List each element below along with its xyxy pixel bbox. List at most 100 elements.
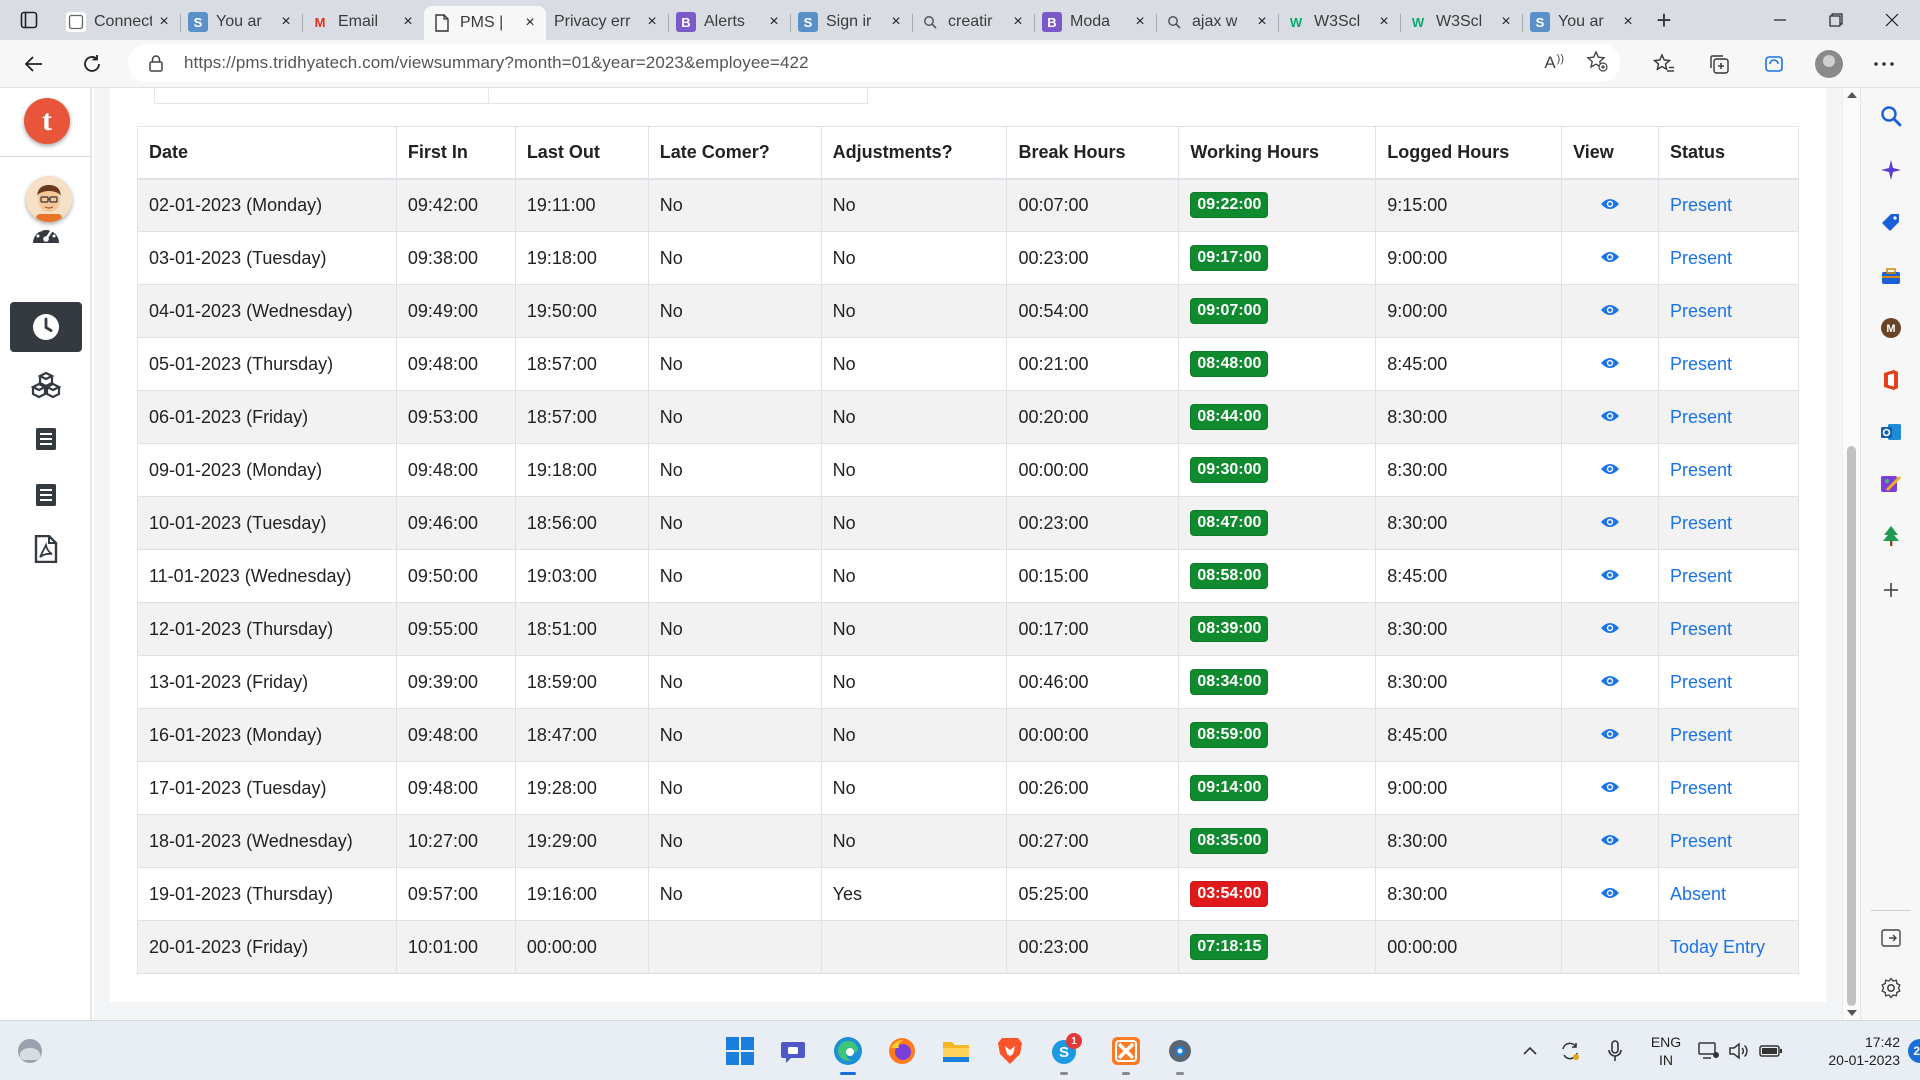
close-window-button[interactable] [1864,0,1920,40]
browser-tab[interactable]: M Email × [302,6,424,38]
language-indicator[interactable]: ENG IN [1638,1033,1694,1069]
header-adjustments[interactable]: Adjustments? [820,126,1008,180]
tab-actions-button[interactable] [0,0,58,40]
new-tab-button[interactable]: + [1644,0,1684,40]
sidebar-item-reports[interactable] [10,414,82,464]
sidebar-item-attendance[interactable] [10,302,82,352]
status-link[interactable]: Present [1670,725,1732,745]
status-link[interactable]: Present [1670,354,1732,374]
browser-tab[interactable]: ajax w × [1156,6,1278,38]
status-link[interactable]: Present [1670,407,1732,427]
show-hidden-icons-chevron-icon[interactable] [1512,1046,1548,1056]
hide-sidebar-icon[interactable] [1879,926,1903,950]
settings-gear-icon[interactable] [1162,1033,1198,1075]
favorites-button[interactable] [1636,40,1691,88]
tab-close-icon[interactable]: × [1376,13,1392,31]
browser-tab[interactable]: S You ar × [1522,6,1644,38]
header-break-hours[interactable]: Break Hours [1006,126,1180,180]
eye-icon[interactable] [1573,197,1658,211]
tab-close-icon[interactable]: × [522,14,538,32]
tab-close-icon[interactable]: × [156,13,172,31]
sidebar-item-dashboard[interactable] [10,210,82,260]
status-link[interactable]: Present [1670,513,1732,533]
profile-button[interactable] [1801,40,1856,88]
firefox-icon[interactable] [884,1033,920,1069]
header-late-comer[interactable]: Late Comer? [647,126,822,180]
sidebar-item-projects[interactable] [10,360,82,410]
status-link[interactable]: Present [1670,831,1732,851]
scrollbar-thumb[interactable] [1847,446,1856,1006]
header-view[interactable]: View [1561,126,1659,180]
add-favorite-icon[interactable] [1586,49,1608,77]
browser-tab[interactable]: B Alerts × [668,6,790,38]
skype-icon[interactable]: S 1 [1046,1033,1082,1075]
settings-more-button[interactable] [1856,40,1911,88]
header-date[interactable]: Date [137,126,397,180]
status-link[interactable]: Present [1670,778,1732,798]
tab-close-icon[interactable]: × [888,13,904,31]
eye-icon[interactable] [1573,674,1658,688]
browser-tab[interactable]: S Sign ir × [790,6,912,38]
outlook-icon[interactable] [1879,420,1903,444]
refresh-button[interactable] [68,40,116,88]
eye-icon[interactable] [1573,515,1658,529]
sidebar-item-logs[interactable] [10,470,82,520]
eye-icon[interactable] [1573,462,1658,476]
browser-essentials-button[interactable] [1746,40,1801,88]
address-bar[interactable]: https://pms.tridhyatech.com/viewsummary?… [128,44,1620,82]
eye-icon[interactable] [1573,250,1658,264]
copilot-sparkle-icon[interactable] [1879,158,1903,182]
network-display-icon[interactable] [1694,1041,1724,1061]
status-link[interactable]: Present [1670,566,1732,586]
tab-close-icon[interactable]: × [400,13,416,31]
lock-icon[interactable] [148,54,170,72]
add-sidebar-app-icon[interactable] [1879,578,1903,602]
status-link[interactable]: Today Entry [1670,937,1765,957]
browser-tab[interactable]: W W3Scl × [1400,6,1522,38]
games-m-icon[interactable]: M [1879,316,1903,340]
xampp-icon[interactable] [1108,1033,1144,1075]
tab-close-icon[interactable]: × [1132,13,1148,31]
status-link[interactable]: Present [1670,195,1732,215]
scroll-down-arrow-icon[interactable] [1847,1010,1857,1016]
browser-tab[interactable]: B Moda × [1034,6,1156,38]
browser-tab[interactable]: creatir × [912,6,1034,38]
eye-icon[interactable] [1573,833,1658,847]
tab-close-icon[interactable]: × [278,13,294,31]
back-button[interactable] [10,40,58,88]
eye-icon[interactable] [1573,409,1658,423]
eye-icon[interactable] [1573,886,1658,900]
shopping-tag-icon[interactable] [1879,210,1903,234]
status-link[interactable]: Present [1670,460,1732,480]
designer-icon[interactable] [1879,472,1903,496]
volume-icon[interactable] [1724,1041,1754,1061]
tools-briefcase-icon[interactable] [1879,264,1903,288]
clock-display[interactable]: 17:42 20-01-2023 [1796,1033,1900,1069]
header-logged-hours[interactable]: Logged Hours [1375,126,1563,180]
restore-button[interactable] [1808,0,1864,40]
browser-tab[interactable]: W W3Scl × [1278,6,1400,38]
eye-icon[interactable] [1573,356,1658,370]
tab-close-icon[interactable]: × [644,13,660,31]
app-logo[interactable]: t [24,98,70,144]
header-last-out[interactable]: Last Out [514,126,649,180]
search-icon[interactable] [1879,104,1903,128]
microphone-icon[interactable] [1592,1040,1638,1062]
tab-close-icon[interactable]: × [1620,13,1636,31]
scroll-up-arrow-icon[interactable] [1847,92,1857,98]
collections-button[interactable] [1691,40,1746,88]
tab-close-icon[interactable]: × [766,13,782,31]
file-explorer-icon[interactable] [938,1033,974,1069]
status-link[interactable]: Present [1670,301,1732,321]
teams-chat-icon[interactable] [776,1033,812,1069]
status-link[interactable]: Absent [1670,884,1726,904]
page-scrollbar[interactable] [1842,88,1860,1020]
eye-icon[interactable] [1573,621,1658,635]
browser-tab[interactable]: PMS | × [424,6,546,40]
tab-close-icon[interactable]: × [1498,13,1514,31]
office-icon[interactable] [1879,368,1903,392]
browser-tab[interactable]: Connect to× [58,6,180,38]
status-link[interactable]: Present [1670,619,1732,639]
browser-tab[interactable]: Privacy err × [546,6,668,38]
header-status[interactable]: Status [1657,126,1800,180]
